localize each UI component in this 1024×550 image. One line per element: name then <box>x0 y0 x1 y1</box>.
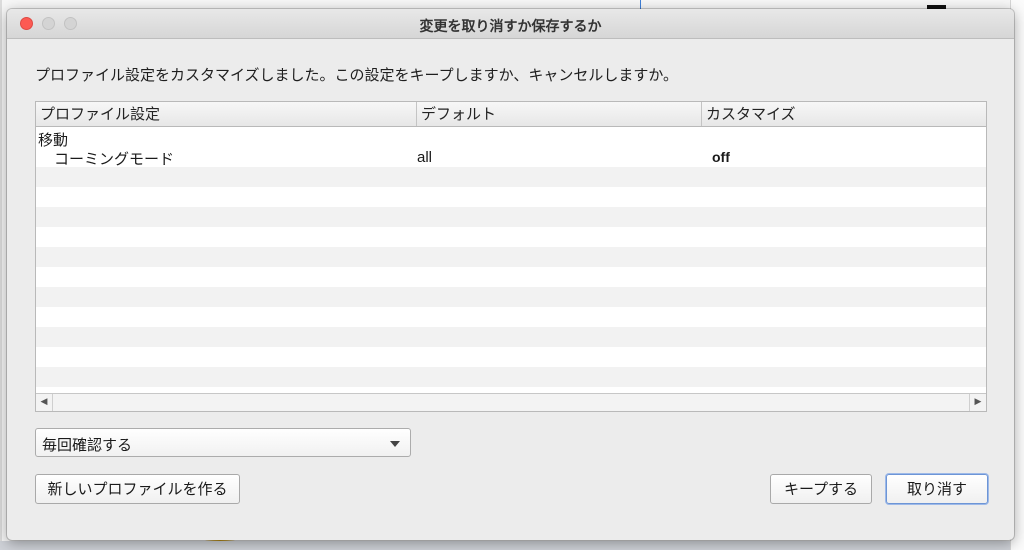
table-row-stripe <box>36 267 986 287</box>
chevron-down-icon <box>390 441 400 447</box>
title-bar: 変更を取り消すか保存するか <box>7 9 1014 39</box>
scroll-left-icon[interactable]: ◀ <box>36 394 53 411</box>
table-body: 移動 コーミングモード all off <box>36 127 986 389</box>
background-guide-line <box>640 0 641 9</box>
table-row-stripe <box>36 227 986 247</box>
dialog-title: 変更を取り消すか保存するか <box>419 19 602 35</box>
dialog-message: プロファイル設定をカスタマイズしました。この設定をキープしますか、キャンセルしま… <box>35 66 679 84</box>
table-header: プロファイル設定 デフォルト カスタマイズ <box>36 102 986 127</box>
column-header-profile-setting[interactable]: プロファイル設定 <box>36 102 417 126</box>
table-row-stripe <box>36 207 986 227</box>
scroll-right-icon[interactable]: ▶ <box>969 394 986 411</box>
table-cell-customized[interactable]: off <box>712 149 730 165</box>
column-header-customized[interactable]: カスタマイズ <box>702 102 986 126</box>
confirmation-behavior-select[interactable]: 毎回確認する <box>35 428 411 457</box>
table-row-stripe <box>36 287 986 307</box>
discard-or-keep-dialog: 変更を取り消すか保存するか プロファイル設定をカスタマイズしました。この設定をキ… <box>7 9 1014 540</box>
table-row-stripe <box>36 147 986 167</box>
background-build-plate <box>0 541 1010 550</box>
table-row-stripe <box>36 307 986 327</box>
column-header-default[interactable]: デフォルト <box>417 102 702 126</box>
background-guide-line <box>0 0 2 550</box>
discard-button[interactable]: 取り消す <box>886 474 988 504</box>
table-group-label[interactable]: 移動 <box>38 129 68 150</box>
profile-settings-table[interactable]: プロファイル設定 デフォルト カスタマイズ 移動 コーミングモード all of… <box>35 101 987 412</box>
table-row-stripe <box>36 347 986 367</box>
select-value: 毎回確認する <box>42 436 133 454</box>
table-row-stripe <box>36 187 986 207</box>
table-cell-setting[interactable]: コーミングモード <box>54 148 174 169</box>
table-cell-default[interactable]: all <box>417 149 432 166</box>
table-row-stripe <box>36 367 986 387</box>
table-row-stripe <box>36 327 986 347</box>
table-row-stripe <box>36 247 986 267</box>
horizontal-scrollbar[interactable]: ◀ ▶ <box>36 393 986 411</box>
keep-button[interactable]: キープする <box>770 474 872 504</box>
table-row-stripe <box>36 167 986 187</box>
table-row-stripe <box>36 127 986 147</box>
create-new-profile-button[interactable]: 新しいプロファイルを作る <box>35 474 240 504</box>
